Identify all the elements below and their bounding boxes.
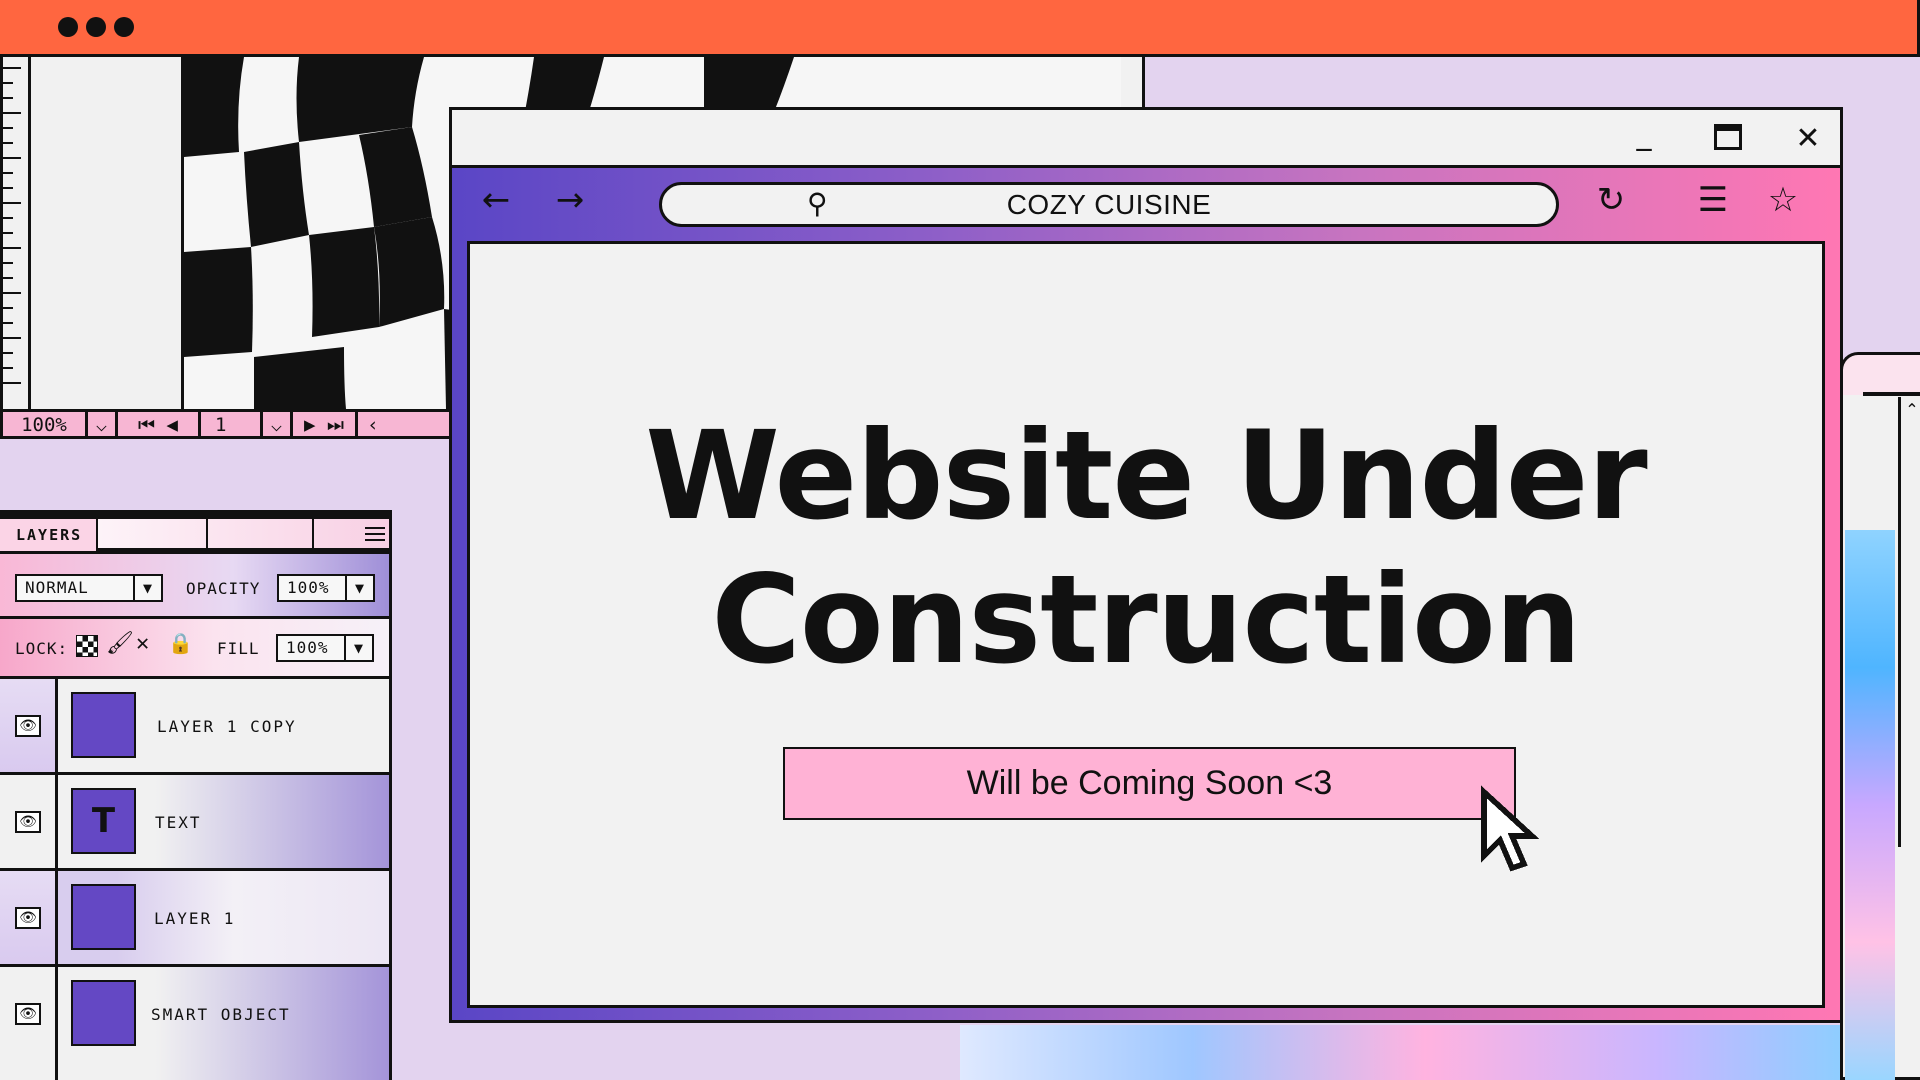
chevron-down-icon[interactable]: ▼ [133,574,163,602]
tab-layers[interactable]: LAYERS [0,519,98,551]
layer-name: LAYER 1 COPY [157,717,297,736]
headline-line-1: Website Under [645,405,1647,547]
window-dot-icon[interactable] [86,17,106,37]
window-dot-icon[interactable] [58,17,78,37]
brush-icon[interactable]: 🖌 [106,631,135,656]
editor-status-bar: 100% ⌵ ⏮ ◀ 1 ⌵ ▶ ⏭ ‹ [3,409,463,436]
tab-3[interactable] [208,519,314,551]
page-number-field[interactable]: 1 [198,412,263,436]
opacity-field[interactable]: 100% ▼ [277,574,375,602]
bookmark-star-icon[interactable]: ☆ [1759,178,1807,222]
scroll-up-icon[interactable]: ⌃ [1901,399,1920,421]
address-text[interactable]: COZY CUISINE [662,185,1556,224]
browser-window: _ ✕ ← → ⚲ COZY CUISINE ↻ ☰ ☆ Website Und… [449,107,1843,1023]
layer-thumbnail [71,884,136,950]
layer-row[interactable]: 👁 LAYER 1 [0,868,389,964]
eye-icon[interactable]: 👁 [15,715,41,737]
layer-thumbnail [71,692,136,758]
text-layer-thumbnail: T [71,788,136,854]
fill-label: FILL [217,639,260,658]
minimize-icon[interactable]: _ [1627,118,1661,152]
visibility-column: 👁 [0,679,58,772]
page-dropdown-icon[interactable]: ⌵ [263,412,293,436]
opacity-label: OPACITY [186,579,261,598]
layer-name: SMART OBJECT [151,1005,291,1024]
panel-menu-icon[interactable] [365,527,385,541]
address-bar[interactable]: ⚲ COZY CUISINE [659,182,1559,227]
top-bar [0,0,1920,57]
reload-icon[interactable]: ↻ [1587,178,1635,222]
blend-mode-select[interactable]: NORMAL ▼ [15,574,163,602]
layers-panel: LAYERS NORMAL ▼ OPACITY 100% ▼ LOCK: 🖌 ✕… [0,510,392,1080]
lock-label: LOCK: [15,639,69,658]
page-headline: Website Under Construction [470,404,1822,692]
visibility-column: 👁 [0,967,58,1080]
layer-row[interactable]: 👁 LAYER 1 COPY [0,676,389,772]
blend-mode-value: NORMAL [25,578,89,597]
zoom-level[interactable]: 100% [3,412,88,436]
browser-title-bar: _ ✕ [452,110,1840,168]
opacity-value: 100% [287,578,330,597]
back-arrow-icon[interactable]: ← [472,178,520,222]
eye-icon[interactable]: 👁 [15,1003,41,1025]
lock-icon[interactable]: 🔒 [168,631,194,655]
menu-icon[interactable]: ☰ [1689,178,1737,222]
fill-field[interactable]: 100% ▼ [276,634,374,662]
vertical-ruler [3,57,31,409]
window-dot-icon[interactable] [114,17,134,37]
cursor-pointer-icon [1481,785,1540,872]
layers-tab-bar: LAYERS [0,513,389,551]
maximize-icon[interactable] [1711,122,1745,156]
lock-row: LOCK: 🖌 ✕ 🔒 FILL 100% ▼ [0,616,389,676]
last-page-icon[interactable]: ▶ ⏭ [293,412,358,436]
eye-icon[interactable]: 👁 [15,811,41,833]
layer-row[interactable]: 👁 SMART OBJECT [0,964,389,1080]
first-page-icon[interactable]: ⏮ ◀ [118,412,198,436]
page-content: Website Under Construction Will be Comin… [467,241,1825,1008]
chevron-down-icon[interactable]: ▼ [345,574,375,602]
visibility-column: 👁 [0,775,58,868]
move-icon[interactable]: ✕ [136,631,150,656]
fill-value: 100% [286,638,329,657]
eye-icon[interactable]: 👁 [15,907,41,929]
layer-name: TEXT [155,813,202,832]
layer-row[interactable]: 👁 T TEXT [0,772,389,868]
chevron-down-icon[interactable]: ▼ [344,634,374,662]
layers-title: LAYERS [16,526,83,544]
layer-thumbnail [71,980,136,1046]
blend-row: NORMAL ▼ OPACITY 100% ▼ [0,551,389,616]
coming-soon-button[interactable]: Will be Coming Soon <3 [783,747,1516,820]
visibility-column: 👁 [0,871,58,964]
tab-2[interactable] [98,519,208,551]
zoom-dropdown-icon[interactable]: ⌵ [88,412,118,436]
forward-arrow-icon[interactable]: → [546,178,594,222]
layer-name: LAYER 1 [154,909,236,928]
headline-line-2: Construction [711,549,1581,691]
holographic-strip [1845,530,1895,1080]
lock-transparency-icon[interactable] [76,635,98,657]
holographic-background [960,1025,1890,1080]
close-icon[interactable]: ✕ [1791,122,1825,156]
scroll-left-icon[interactable]: ‹ [358,412,388,436]
